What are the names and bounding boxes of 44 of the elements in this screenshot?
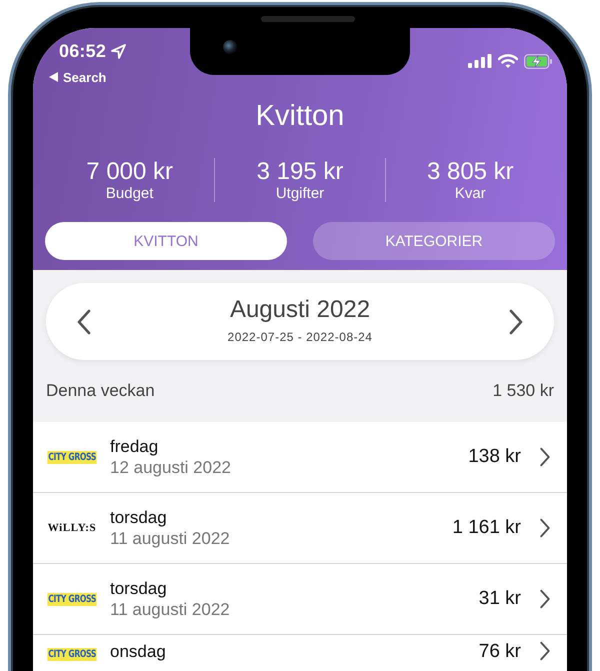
section-total: 1 530 kr xyxy=(492,381,554,401)
receipt-row[interactable]: CITY GROSS fredag 12 augusti 2022 138 kr xyxy=(33,422,567,493)
receipt-date: 11 augusti 2022 xyxy=(110,598,230,620)
chevron-icon[interactable] xyxy=(539,518,551,538)
stat-value: 7 000 kr xyxy=(86,158,174,185)
receipt-amount: 138 kr xyxy=(468,446,521,468)
back-triangle-icon[interactable] xyxy=(49,72,58,82)
receipt-date: 11 augusti 2022 xyxy=(110,528,230,550)
camera-icon xyxy=(223,40,237,54)
screen-title: Kvitton xyxy=(254,99,346,134)
segment-tab[interactable]: KVITTON xyxy=(45,222,287,260)
status-time: 06:52 xyxy=(59,40,106,62)
receipt-day: onsdag xyxy=(110,641,166,662)
store-logo: WiLLY:S xyxy=(48,522,96,534)
stat-label: Budget xyxy=(106,185,154,202)
receipt-day: torsdag xyxy=(110,506,230,528)
next-chevron-icon[interactable] xyxy=(508,308,524,334)
receipt-date: 12 augusti 2022 xyxy=(110,456,231,478)
period-range: 2022-07-25 - 2022-08-24 xyxy=(228,330,372,344)
store-logo: CITY GROSS xyxy=(47,592,97,606)
location-arrow-icon xyxy=(111,44,126,58)
stat-label: Utgifter xyxy=(276,185,324,202)
back-link[interactable]: Search xyxy=(45,68,555,86)
receipt-amount: 76 kr xyxy=(478,641,521,663)
receipt-day: torsdag xyxy=(110,578,230,598)
battery-charging-icon xyxy=(524,54,553,68)
receipt-day: fredag xyxy=(110,436,231,456)
section-title: Denna veckan xyxy=(46,381,155,401)
receipt-amount: 1 161 kr xyxy=(452,517,521,539)
receipt-row[interactable]: CITY GROSS torsdag 11 augusti 2022 31 kr xyxy=(33,564,567,635)
previous-chevron-icon[interactable] xyxy=(76,308,92,334)
wifi-icon xyxy=(498,54,518,68)
signal-icon xyxy=(468,54,492,68)
stat-value: 3 195 kr xyxy=(256,158,344,185)
chevron-icon[interactable] xyxy=(539,641,551,661)
store-logo: CITY GROSS xyxy=(47,450,97,464)
chevron-icon[interactable] xyxy=(539,447,551,467)
receipt-amount: 31 kr xyxy=(478,588,521,610)
receipt-row[interactable]: CITY GROSS onsdag 76 kr xyxy=(33,635,567,671)
stat-label: Kvar xyxy=(454,185,486,202)
period-month: Augusti 2022 xyxy=(230,296,370,324)
stat-value: 3 805 kr xyxy=(426,158,514,185)
store-logo: CITY GROSS xyxy=(47,648,97,661)
chevron-icon[interactable] xyxy=(539,589,551,609)
